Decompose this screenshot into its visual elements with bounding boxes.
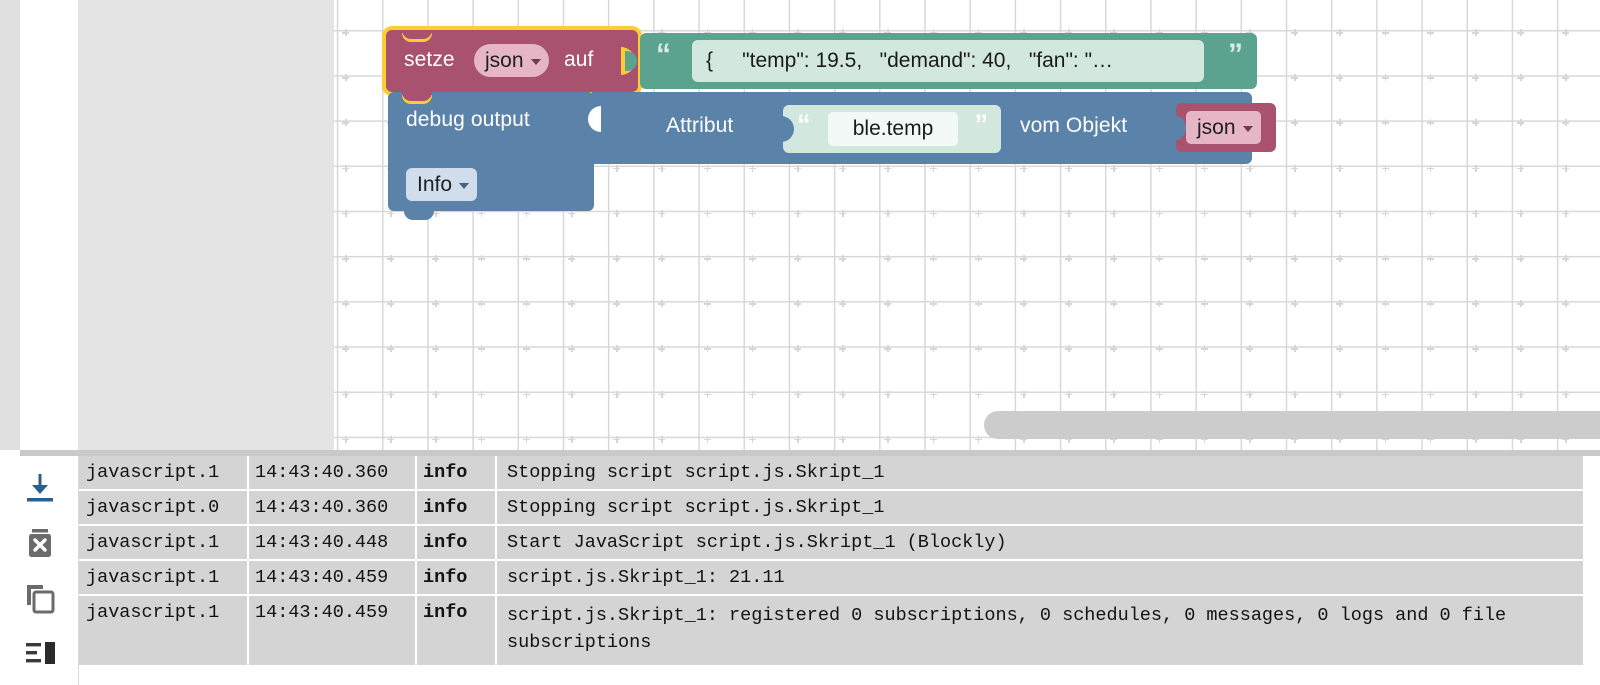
block-notch-bottom-icon <box>404 211 434 220</box>
attribute-name-input[interactable]: ble.temp <box>828 112 958 146</box>
attribute-name-value: ble.temp <box>853 117 934 141</box>
object-variable-value: json <box>1197 116 1236 140</box>
set-variable-dropdown-value: json <box>485 49 524 73</box>
log-level: info <box>417 561 495 594</box>
log-toolbar <box>0 456 79 685</box>
set-variable-suffix: auf <box>564 48 594 72</box>
log-panel: javascript.114:43:40.360infoStopping scr… <box>0 450 1600 685</box>
log-level: info <box>417 491 495 524</box>
quote-close-icon: ” <box>1228 40 1243 70</box>
log-row[interactable]: javascript.114:43:40.459infoscript.js.Sk… <box>79 561 1583 594</box>
set-variable-keyword: setze <box>404 48 455 72</box>
copy-icon[interactable] <box>20 578 60 618</box>
block-get-attribute[interactable]: Attribut “ ble.temp ” vom Objekt json <box>648 92 1244 164</box>
chevron-down-icon <box>531 59 541 65</box>
quote-open-icon: “ <box>656 40 671 70</box>
log-table[interactable]: javascript.114:43:40.360infoStopping scr… <box>79 456 1600 685</box>
debug-severity-dropdown[interactable]: Info <box>406 168 477 201</box>
block-notch-top-icon <box>402 30 432 39</box>
block-text-literal[interactable]: “ { "temp": 19.5, "demand": 40, "fan": "… <box>640 33 1257 89</box>
log-timestamp: 14:43:40.448 <box>249 526 415 559</box>
clear-log-icon[interactable] <box>20 523 60 563</box>
object-variable-dropdown[interactable]: json <box>1186 111 1261 144</box>
log-source: javascript.1 <box>79 596 247 665</box>
log-timestamp: 14:43:40.360 <box>249 491 415 524</box>
input-socket-icon <box>1173 115 1186 141</box>
set-variable-dropdown[interactable]: json <box>474 44 549 77</box>
log-row[interactable]: javascript.114:43:40.459infoscript.js.Sk… <box>79 596 1583 665</box>
log-source: javascript.0 <box>79 491 247 524</box>
toolbox-flyout-gap <box>20 0 78 450</box>
log-message: script.js.Skript_1: registered 0 subscri… <box>497 596 1583 665</box>
block-notch-bottom-icon <box>402 92 432 101</box>
block-set-variable[interactable]: setze json auf <box>386 30 642 92</box>
log-timestamp: 14:43:40.459 <box>249 561 415 594</box>
log-level: info <box>417 456 495 489</box>
debug-value-socket-icon <box>588 106 601 132</box>
chevron-down-icon <box>459 183 469 189</box>
text-literal-input[interactable]: { "temp": 19.5, "demand": 40, "fan": "… <box>692 40 1204 82</box>
debug-severity-value: Info <box>417 173 452 197</box>
log-row[interactable]: javascript.114:43:40.360infoStopping scr… <box>79 456 1583 489</box>
blockly-workspace[interactable]: setze json auf “ { "temp": 19.5, "demand… <box>0 0 1600 450</box>
chevron-down-icon <box>1243 126 1253 132</box>
log-message: Stopping script script.js.Skript_1 <box>497 491 1583 524</box>
log-message: Stopping script script.js.Skript_1 <box>497 456 1583 489</box>
log-row[interactable]: javascript.114:43:40.448infoStart JavaSc… <box>79 526 1583 559</box>
log-row[interactable]: javascript.014:43:40.360infoStopping scr… <box>79 491 1583 524</box>
blockly-canvas[interactable]: setze json auf “ { "temp": 19.5, "demand… <box>334 0 1600 450</box>
log-timestamp: 14:43:40.360 <box>249 456 415 489</box>
log-source: javascript.1 <box>79 526 247 559</box>
block-text-literal-attribute[interactable]: “ ble.temp ” <box>783 105 1001 153</box>
layout-icon[interactable] <box>20 633 60 673</box>
toolbox-category-tree[interactable] <box>78 0 334 450</box>
log-source: javascript.1 <box>79 456 247 489</box>
text-literal-value: { "temp": 19.5, "demand": 40, "fan": "… <box>692 49 1113 73</box>
log-source: javascript.1 <box>79 561 247 594</box>
log-level: info <box>417 596 495 665</box>
log-level: info <box>417 526 495 559</box>
toolbox-panel[interactable] <box>0 0 20 450</box>
debug-output-label: debug output <box>406 108 530 132</box>
log-message: Start JavaScript script.js.Skript_1 (Blo… <box>497 526 1583 559</box>
input-socket-icon <box>781 116 794 142</box>
block-debug-output[interactable]: debug output Info <box>388 92 594 211</box>
get-attribute-label: Attribut <box>666 114 733 138</box>
workspace-horizontal-scrollbar[interactable] <box>984 411 1600 439</box>
blockly-editor-window: setze json auf “ { "temp": 19.5, "demand… <box>0 0 1600 685</box>
block-variable-json[interactable]: json <box>1176 103 1276 152</box>
quote-open-icon: “ <box>797 111 811 138</box>
get-attribute-object-label: vom Objekt <box>1020 114 1127 138</box>
quote-close-icon: ” <box>975 111 989 138</box>
log-message: script.js.Skript_1: 21.11 <box>497 561 1583 594</box>
download-icon[interactable] <box>20 468 60 508</box>
log-timestamp: 14:43:40.459 <box>249 596 415 665</box>
